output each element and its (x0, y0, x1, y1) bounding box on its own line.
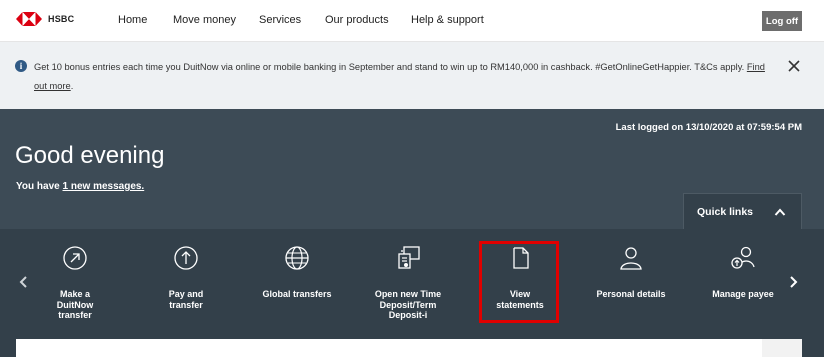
quick-link-duitnow[interactable]: Make a DuitNow transfer (30, 245, 120, 321)
greeting-heading: Good evening (15, 142, 165, 169)
chevron-up-icon[interactable] (774, 207, 786, 217)
last-logged-text: Last logged on 13/10/2020 at 07:59:54 PM (615, 122, 802, 133)
logoff-button[interactable]: Log off (762, 11, 802, 31)
quick-link-label: Personal details (596, 289, 666, 299)
quick-link-personal-details[interactable]: Personal details (586, 245, 676, 300)
content-card (16, 339, 762, 357)
quick-link-pay-transfer[interactable]: Pay and transfer (141, 245, 231, 310)
chevron-right-icon[interactable] (789, 275, 798, 289)
chevron-left-icon[interactable] (19, 275, 28, 289)
nav-services[interactable]: Services (259, 14, 301, 26)
messages-prefix: You have (16, 181, 63, 192)
hsbc-logo[interactable]: HSBC (16, 12, 74, 26)
quick-link-manage-payee[interactable]: Manage payee (698, 245, 788, 300)
person-transfer-icon (731, 246, 755, 269)
content-gutter (762, 339, 802, 357)
nav-our-products[interactable]: Our products (325, 14, 389, 26)
quick-link-label: Make a DuitNow transfer (56, 289, 94, 320)
quick-link-label: Manage payee (712, 289, 774, 299)
person-icon (620, 247, 642, 270)
quick-link-label: Pay and transfer (168, 289, 204, 310)
new-messages-link[interactable]: 1 new messages. (63, 181, 145, 192)
nav-home[interactable]: Home (118, 14, 147, 26)
messages-notice: You have 1 new messages. (16, 181, 144, 192)
quick-link-label: Open new Time Deposit/Term Deposit-i (374, 289, 442, 320)
nav-help-support[interactable]: Help & support (411, 14, 484, 26)
info-icon: i (15, 60, 27, 72)
quick-link-time-deposit[interactable]: Open new Time Deposit/Term Deposit-i (363, 245, 453, 321)
banner-message: Get 10 bonus entries each time you DuitN… (34, 58, 774, 96)
globe-icon (285, 246, 309, 270)
quick-link-label: Global transfers (262, 289, 332, 299)
arrow-up-right-circle-icon (63, 246, 87, 270)
top-header: HSBC Home Move money Services Our produc… (0, 0, 824, 42)
highlight-box (479, 241, 559, 323)
close-icon[interactable] (787, 59, 801, 73)
quick-links-label: Quick links (697, 206, 754, 218)
brand-name: HSBC (48, 14, 75, 24)
nav-move-money[interactable]: Move money (173, 14, 236, 26)
quick-link-global-transfers[interactable]: Global transfers (252, 245, 342, 300)
deposit-icon (398, 246, 420, 269)
banner-text: Get 10 bonus entries each time you DuitN… (34, 62, 745, 72)
hsbc-hexagon-icon (16, 12, 42, 26)
banner-link-suffix: . (70, 81, 74, 91)
arrow-up-circle-icon (174, 246, 198, 270)
